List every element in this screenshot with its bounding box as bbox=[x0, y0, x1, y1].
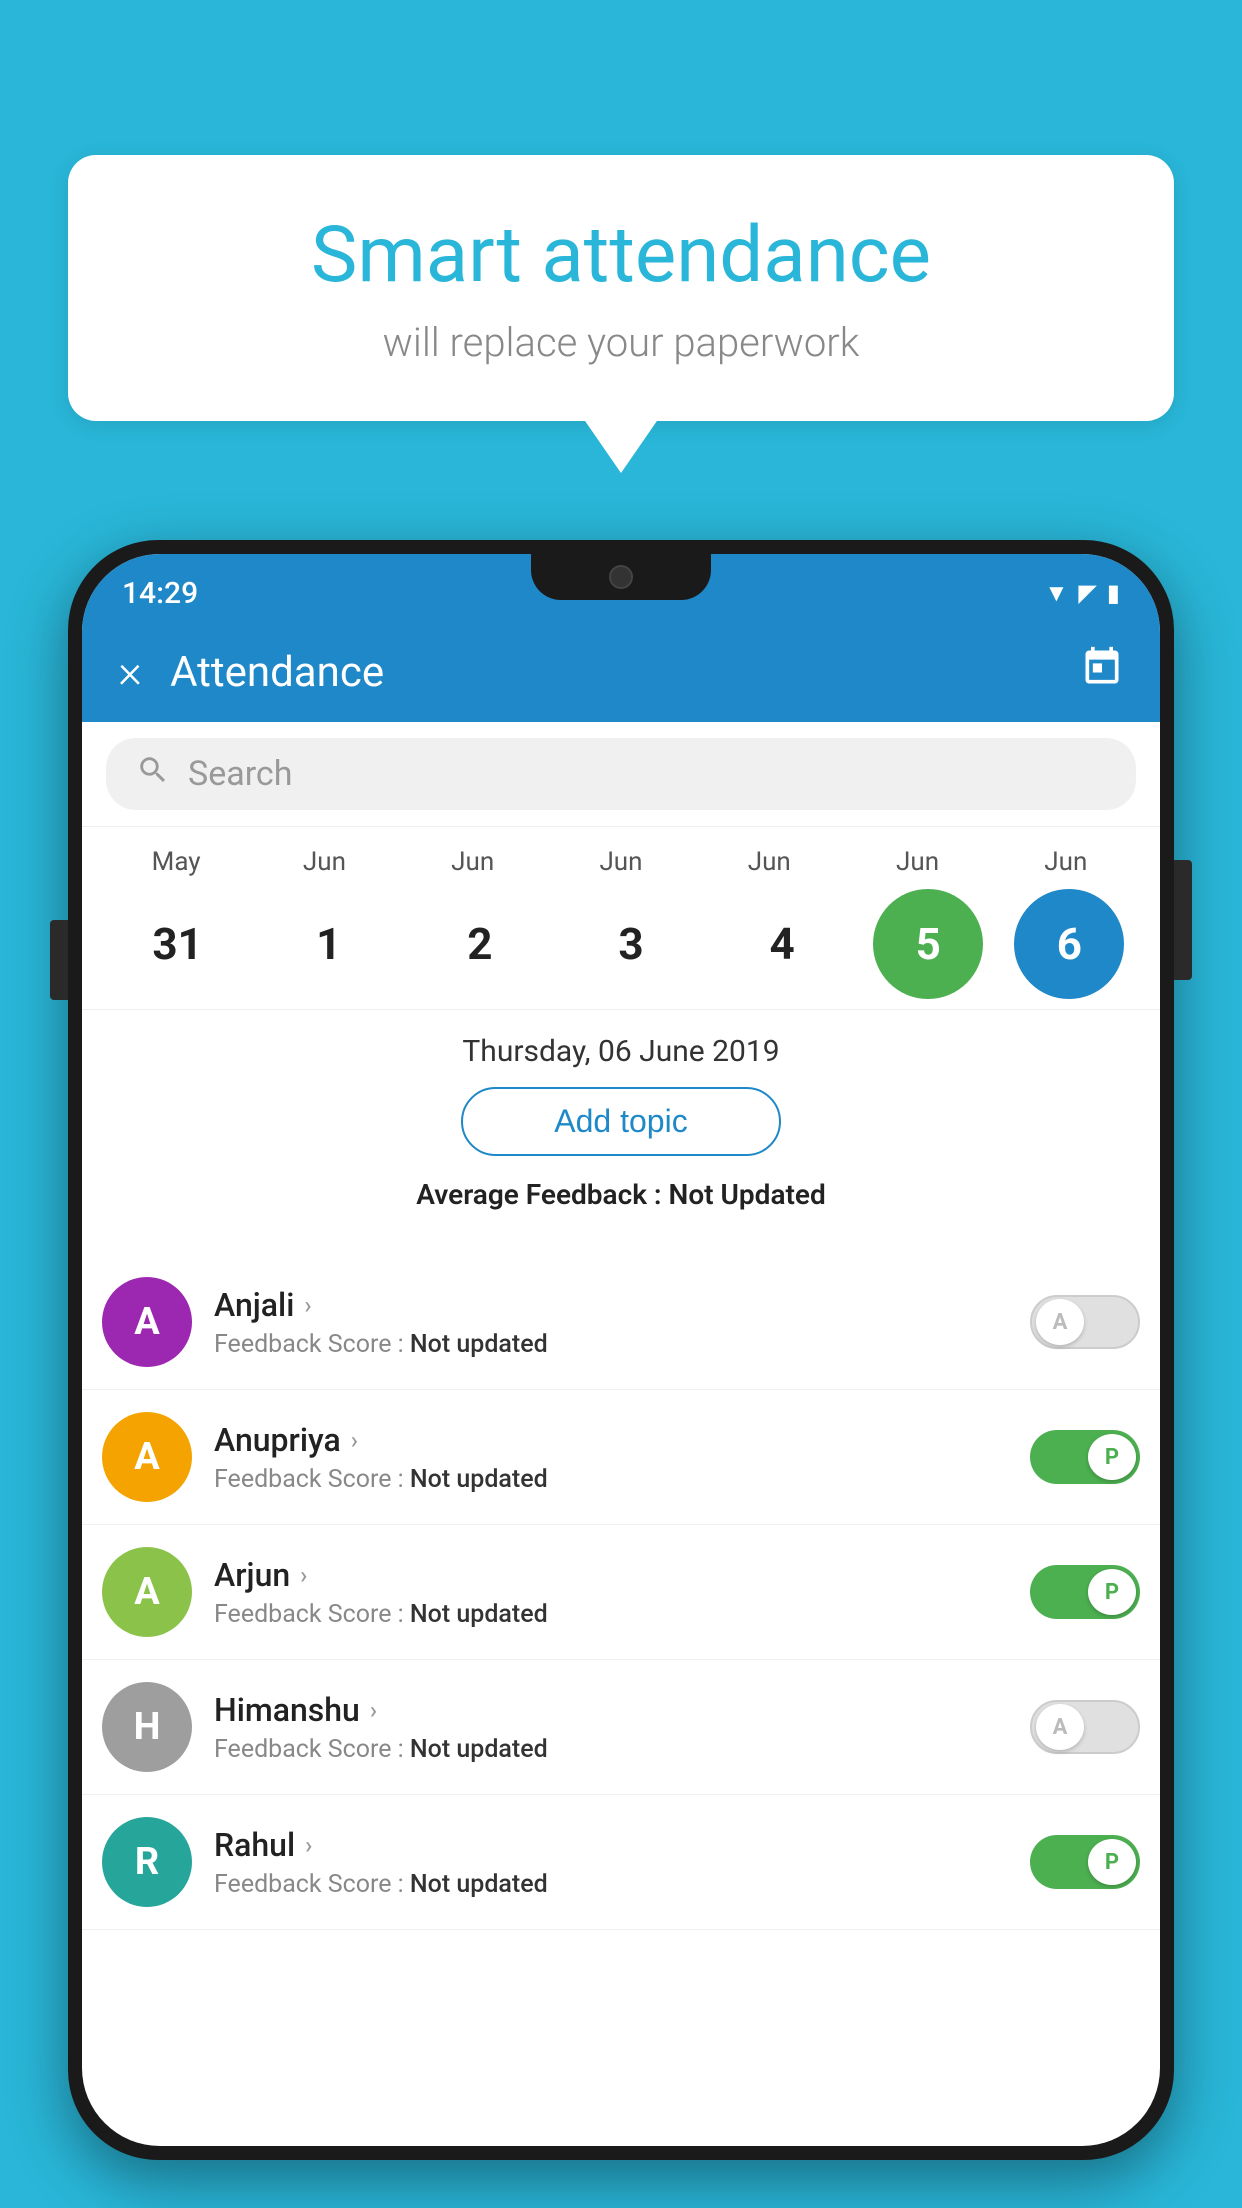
attendance-toggle[interactable]: A bbox=[1030, 1700, 1140, 1754]
toggle-knob: P bbox=[1088, 1434, 1136, 1480]
camera-dot bbox=[609, 565, 633, 589]
month-jun-6: Jun bbox=[1006, 847, 1126, 877]
search-container: Search bbox=[82, 722, 1160, 827]
calendar-icon[interactable] bbox=[1080, 645, 1124, 699]
student-info: Anjali › Feedback Score : Not updated bbox=[214, 1286, 1008, 1359]
signal-icon: ◤ bbox=[1078, 579, 1096, 607]
toggle-knob: P bbox=[1088, 1839, 1136, 1885]
date-6-selected[interactable]: 6 bbox=[1014, 889, 1124, 999]
date-3[interactable]: 3 bbox=[571, 894, 691, 994]
student-feedback: Feedback Score : Not updated bbox=[214, 1330, 1008, 1359]
toggle-knob: A bbox=[1036, 1704, 1084, 1750]
selected-date-label: Thursday, 06 June 2019 bbox=[112, 1034, 1130, 1069]
add-topic-button[interactable]: Add topic bbox=[461, 1087, 781, 1156]
header-left: × Attendance bbox=[118, 645, 384, 699]
feedback-value: Not updated bbox=[410, 1465, 548, 1494]
student-item[interactable]: A Anjali › Feedback Score : Not updated … bbox=[82, 1255, 1160, 1390]
student-info: Arjun › Feedback Score : Not updated bbox=[214, 1556, 1008, 1629]
student-feedback: Feedback Score : Not updated bbox=[214, 1735, 1008, 1764]
battery-icon: ▮ bbox=[1107, 579, 1120, 607]
chevron-icon: › bbox=[305, 1831, 312, 1859]
student-info: Himanshu › Feedback Score : Not updated bbox=[214, 1691, 1008, 1764]
date-31[interactable]: 31 bbox=[118, 894, 238, 994]
date-1[interactable]: 1 bbox=[269, 894, 389, 994]
month-jun-4: Jun bbox=[709, 847, 829, 877]
wifi-icon: ▼ bbox=[1045, 579, 1069, 608]
app-header: × Attendance bbox=[82, 622, 1160, 722]
student-name: Arjun › bbox=[214, 1556, 1008, 1594]
student-list: A Anjali › Feedback Score : Not updated … bbox=[82, 1255, 1160, 1930]
status-time: 14:29 bbox=[122, 576, 198, 611]
speech-bubble: Smart attendance will replace your paper… bbox=[68, 155, 1174, 421]
phone-outer: 14:29 ▼ ◤ ▮ × Attendance bbox=[68, 540, 1174, 2160]
month-jun-1: Jun bbox=[264, 847, 384, 877]
search-bar[interactable]: Search bbox=[106, 738, 1136, 810]
toggle-switch[interactable]: P bbox=[1030, 1565, 1140, 1619]
student-name: Anupriya › bbox=[214, 1421, 1008, 1459]
month-may: May bbox=[116, 847, 236, 877]
chevron-icon: › bbox=[304, 1291, 311, 1319]
attendance-toggle[interactable]: P bbox=[1030, 1565, 1140, 1619]
student-avatar: H bbox=[102, 1682, 192, 1772]
status-icons: ▼ ◤ ▮ bbox=[1045, 579, 1120, 608]
avg-feedback-label: Average Feedback : bbox=[416, 1178, 661, 1211]
bubble-subtitle: will replace your paperwork bbox=[128, 319, 1114, 366]
student-item[interactable]: R Rahul › Feedback Score : Not updated P bbox=[82, 1795, 1160, 1930]
attendance-toggle[interactable]: A bbox=[1030, 1295, 1140, 1349]
month-jun-5: Jun bbox=[858, 847, 978, 877]
speech-bubble-container: Smart attendance will replace your paper… bbox=[68, 155, 1174, 421]
student-avatar: A bbox=[102, 1547, 192, 1637]
toggle-switch[interactable]: P bbox=[1030, 1430, 1140, 1484]
date-row: 31 1 2 3 4 5 6 bbox=[102, 889, 1140, 999]
date-5-today[interactable]: 5 bbox=[873, 889, 983, 999]
student-item[interactable]: H Himanshu › Feedback Score : Not update… bbox=[82, 1660, 1160, 1795]
attendance-toggle[interactable]: P bbox=[1030, 1835, 1140, 1889]
student-name: Rahul › bbox=[214, 1826, 1008, 1864]
phone-inner: 14:29 ▼ ◤ ▮ × Attendance bbox=[82, 554, 1160, 2146]
content-area: Thursday, 06 June 2019 Add topic Average… bbox=[82, 1010, 1160, 1255]
month-jun-2: Jun bbox=[413, 847, 533, 877]
month-row: May Jun Jun Jun Jun Jun Jun bbox=[102, 847, 1140, 877]
student-item[interactable]: A Arjun › Feedback Score : Not updated P bbox=[82, 1525, 1160, 1660]
month-jun-3: Jun bbox=[561, 847, 681, 877]
student-feedback: Feedback Score : Not updated bbox=[214, 1870, 1008, 1899]
toggle-switch[interactable]: A bbox=[1030, 1295, 1140, 1349]
toggle-knob: P bbox=[1088, 1569, 1136, 1615]
feedback-value: Not updated bbox=[410, 1600, 548, 1629]
avg-feedback-value: Not Updated bbox=[669, 1178, 826, 1211]
phone-container: 14:29 ▼ ◤ ▮ × Attendance bbox=[68, 540, 1174, 2160]
date-2[interactable]: 2 bbox=[420, 894, 540, 994]
student-feedback: Feedback Score : Not updated bbox=[214, 1465, 1008, 1494]
bubble-title: Smart attendance bbox=[128, 210, 1114, 301]
student-info: Anupriya › Feedback Score : Not updated bbox=[214, 1421, 1008, 1494]
student-info: Rahul › Feedback Score : Not updated bbox=[214, 1826, 1008, 1899]
toggle-knob: A bbox=[1036, 1299, 1084, 1345]
student-avatar: R bbox=[102, 1817, 192, 1907]
chevron-icon: › bbox=[351, 1426, 358, 1454]
toggle-switch[interactable]: A bbox=[1030, 1700, 1140, 1754]
chevron-icon: › bbox=[300, 1561, 307, 1589]
search-icon bbox=[136, 753, 170, 796]
feedback-value: Not updated bbox=[410, 1870, 548, 1899]
student-avatar: A bbox=[102, 1277, 192, 1367]
phone-notch bbox=[531, 554, 711, 600]
date-4[interactable]: 4 bbox=[722, 894, 842, 994]
search-placeholder: Search bbox=[188, 754, 292, 794]
chevron-icon: › bbox=[370, 1696, 377, 1724]
student-name: Himanshu › bbox=[214, 1691, 1008, 1729]
toggle-switch[interactable]: P bbox=[1030, 1835, 1140, 1889]
attendance-toggle[interactable]: P bbox=[1030, 1430, 1140, 1484]
student-avatar: A bbox=[102, 1412, 192, 1502]
student-item[interactable]: A Anupriya › Feedback Score : Not update… bbox=[82, 1390, 1160, 1525]
feedback-value: Not updated bbox=[410, 1735, 548, 1764]
avg-feedback: Average Feedback : Not Updated bbox=[112, 1178, 1130, 1211]
close-button[interactable]: × bbox=[118, 645, 142, 699]
student-name: Anjali › bbox=[214, 1286, 1008, 1324]
feedback-value: Not updated bbox=[410, 1330, 548, 1359]
header-title: Attendance bbox=[170, 648, 384, 697]
calendar-strip: May Jun Jun Jun Jun Jun Jun 31 1 2 3 4 5… bbox=[82, 827, 1160, 1010]
student-feedback: Feedback Score : Not updated bbox=[214, 1600, 1008, 1629]
